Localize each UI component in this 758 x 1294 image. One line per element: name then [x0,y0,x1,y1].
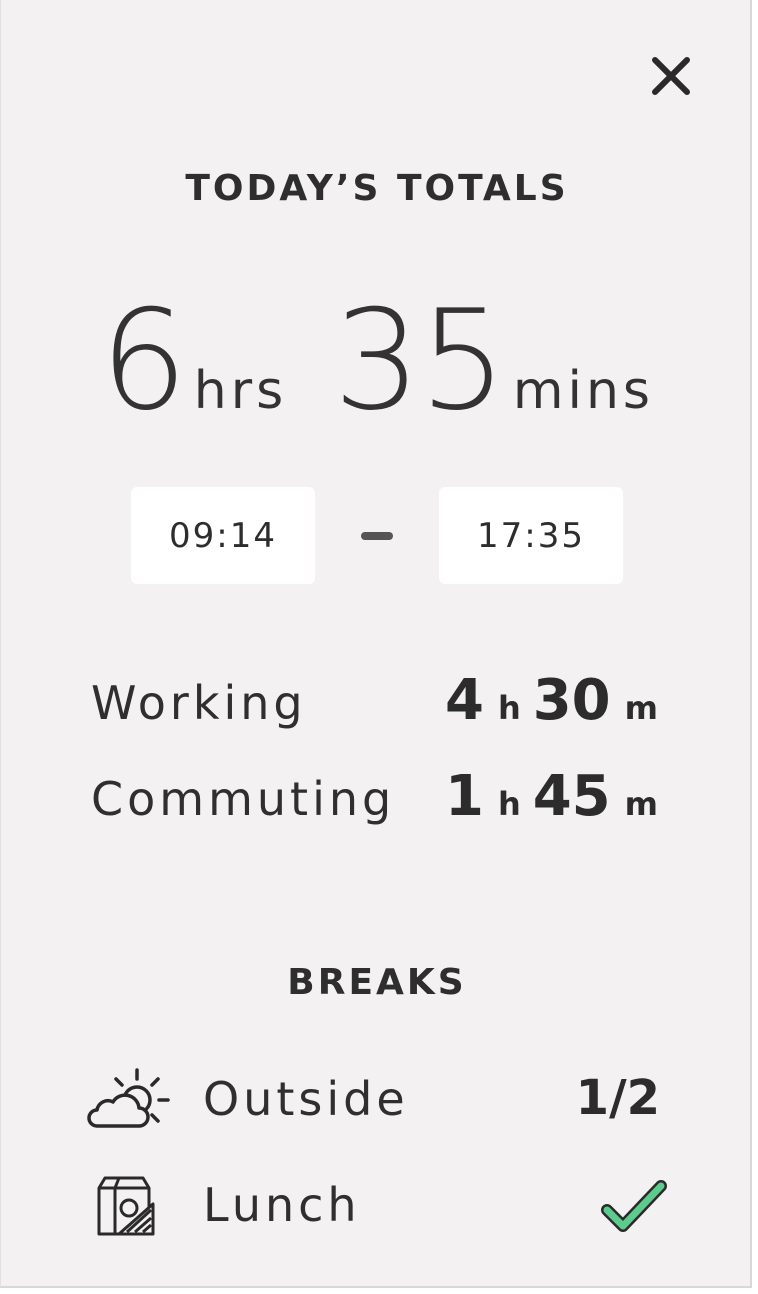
commuting-hours-unit: h [497,785,521,823]
commuting-hours: 1 [444,764,484,829]
close-button[interactable] [645,50,697,102]
commuting-label: Commuting [91,772,396,826]
start-time-field[interactable]: 09:14 [131,487,315,584]
total-duration: 6 hrs 35 mins [1,280,753,441]
breaks-heading: BREAKS [287,962,467,1003]
cloud-sun-icon [87,1068,170,1128]
end-time-field[interactable]: 17:35 [439,487,623,584]
commuting-minutes-unit: m [624,785,658,823]
page-title: TODAY’S TOTALS [185,168,569,209]
total-hours-unit: hrs [193,361,288,421]
break-outside-label: Outside [203,1072,409,1126]
working-label: Working [91,676,307,730]
break-lunch-label: Lunch [203,1178,361,1232]
commuting-minutes: 45 [532,764,611,829]
working-minutes: 30 [532,668,611,733]
working-hours: 4 [444,668,484,733]
close-icon [652,57,690,95]
total-minutes: 35 [333,280,507,441]
working-hours-unit: h [497,689,521,727]
break-outside-count: 1/2 [575,1070,660,1126]
working-duration: 4 h 30 m [445,668,658,733]
working-minutes-unit: m [624,689,658,727]
time-range-separator [361,532,393,540]
checkmark-icon [601,1180,667,1232]
lunch-bag-icon [97,1176,155,1236]
totals-panel: TODAY’S TOTALS 6 hrs 35 mins 09:14 17:35 Wo… [0,0,752,1288]
commuting-duration: 1 h 45 m [445,764,658,829]
total-hours: 6 [99,280,188,441]
total-minutes-unit: mins [512,361,654,421]
